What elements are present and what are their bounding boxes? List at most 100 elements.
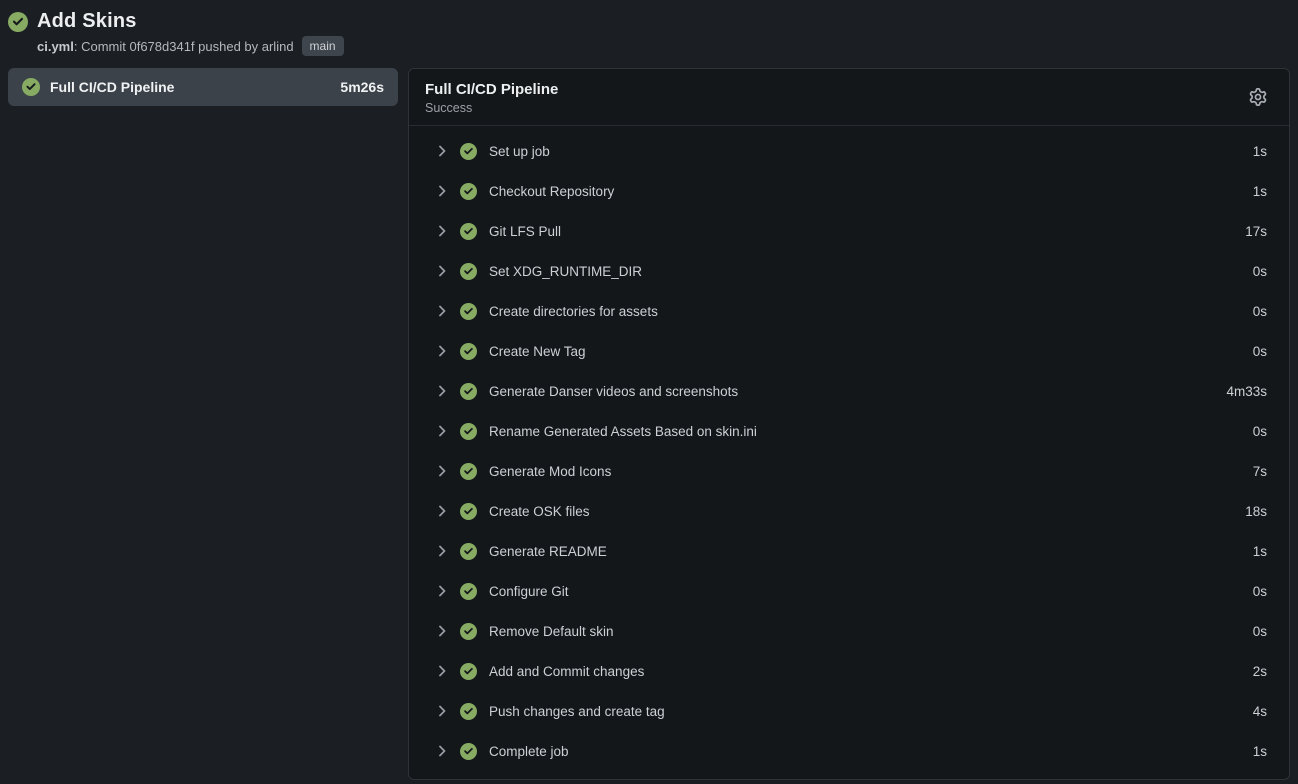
step-duration: 4m33s — [1226, 384, 1267, 399]
step-row-7[interactable]: Rename Generated Assets Based on skin.in… — [409, 411, 1289, 451]
step-name: Complete job — [489, 744, 1253, 759]
step-duration: 17s — [1245, 224, 1267, 239]
step-row-14[interactable]: Push changes and create tag 4s — [409, 691, 1289, 731]
branch-badge[interactable]: main — [302, 36, 344, 56]
step-name: Git LFS Pull — [489, 224, 1245, 239]
step-name: Rename Generated Assets Based on skin.in… — [489, 424, 1253, 439]
step-success-icon — [460, 143, 477, 160]
sidebar-job-full-cicd-pipeline[interactable]: Full CI/CD Pipeline 5m26s — [8, 68, 398, 106]
chevron-right-icon[interactable] — [434, 463, 450, 479]
step-row-12[interactable]: Remove Default skin 0s — [409, 611, 1289, 651]
run-success-icon — [8, 12, 28, 32]
job-status-text: Success — [425, 101, 1273, 115]
step-duration: 2s — [1253, 664, 1267, 679]
chevron-right-icon[interactable] — [434, 623, 450, 639]
run-commit-text: ci.yml: Commit 0f678d341f pushed by arli… — [37, 39, 294, 54]
chevron-right-icon[interactable] — [434, 183, 450, 199]
step-row-6[interactable]: Generate Danser videos and screenshots 4… — [409, 371, 1289, 411]
step-duration: 7s — [1253, 464, 1267, 479]
steps-list: Set up job 1s Checkout Repository 1s Git… — [409, 126, 1289, 779]
step-name: Generate Mod Icons — [489, 464, 1253, 479]
gear-icon[interactable] — [1249, 87, 1269, 107]
chevron-right-icon[interactable] — [434, 343, 450, 359]
workflow-file-name: ci.yml — [37, 39, 74, 54]
step-success-icon — [460, 223, 477, 240]
step-success-icon — [460, 503, 477, 520]
step-duration: 0s — [1253, 344, 1267, 359]
job-duration: 5m26s — [340, 79, 384, 95]
job-name: Full CI/CD Pipeline — [50, 79, 330, 95]
step-duration: 18s — [1245, 504, 1267, 519]
step-success-icon — [460, 463, 477, 480]
step-success-icon — [460, 743, 477, 760]
step-duration: 1s — [1253, 544, 1267, 559]
step-success-icon — [460, 263, 477, 280]
jobs-sidebar: Full CI/CD Pipeline 5m26s — [8, 68, 398, 106]
step-row-11[interactable]: Configure Git 0s — [409, 571, 1289, 611]
run-subtitle: ci.yml: Commit 0f678d341f pushed by arli… — [37, 36, 1290, 56]
chevron-right-icon[interactable] — [434, 143, 450, 159]
step-row-3[interactable]: Set XDG_RUNTIME_DIR 0s — [409, 251, 1289, 291]
step-row-10[interactable]: Generate README 1s — [409, 531, 1289, 571]
step-name: Configure Git — [489, 584, 1253, 599]
step-success-icon — [460, 543, 477, 560]
chevron-right-icon[interactable] — [434, 303, 450, 319]
run-title: Add Skins — [37, 10, 137, 33]
step-success-icon — [460, 383, 477, 400]
step-success-icon — [460, 623, 477, 640]
step-duration: 0s — [1253, 264, 1267, 279]
chevron-right-icon[interactable] — [434, 263, 450, 279]
step-name: Generate Danser videos and screenshots — [489, 384, 1226, 399]
job-panel-header: Full CI/CD Pipeline Success — [409, 69, 1289, 126]
chevron-right-icon[interactable] — [434, 383, 450, 399]
step-success-icon — [460, 663, 477, 680]
step-name: Create OSK files — [489, 504, 1245, 519]
job-success-icon — [22, 78, 40, 96]
step-row-0[interactable]: Set up job 1s — [409, 131, 1289, 171]
step-duration: 1s — [1253, 144, 1267, 159]
step-duration: 4s — [1253, 704, 1267, 719]
chevron-right-icon[interactable] — [434, 743, 450, 759]
step-success-icon — [460, 703, 477, 720]
step-success-icon — [460, 343, 477, 360]
step-row-8[interactable]: Generate Mod Icons 7s — [409, 451, 1289, 491]
step-row-1[interactable]: Checkout Repository 1s — [409, 171, 1289, 211]
step-duration: 1s — [1253, 184, 1267, 199]
step-row-5[interactable]: Create New Tag 0s — [409, 331, 1289, 371]
step-success-icon — [460, 303, 477, 320]
chevron-right-icon[interactable] — [434, 543, 450, 559]
step-name: Push changes and create tag — [489, 704, 1253, 719]
step-duration: 1s — [1253, 744, 1267, 759]
chevron-right-icon[interactable] — [434, 423, 450, 439]
step-duration: 0s — [1253, 424, 1267, 439]
step-name: Remove Default skin — [489, 624, 1253, 639]
run-header: Add Skins ci.yml: Commit 0f678d341f push… — [8, 10, 1290, 56]
run-content: Full CI/CD Pipeline 5m26s Full CI/CD Pip… — [8, 68, 1290, 780]
commit-message: : Commit 0f678d341f pushed by arlind — [74, 39, 294, 54]
step-success-icon — [460, 423, 477, 440]
chevron-right-icon[interactable] — [434, 583, 450, 599]
step-name: Create New Tag — [489, 344, 1253, 359]
step-name: Checkout Repository — [489, 184, 1253, 199]
chevron-right-icon[interactable] — [434, 503, 450, 519]
step-name: Set XDG_RUNTIME_DIR — [489, 264, 1253, 279]
job-panel: Full CI/CD Pipeline Success Set up job 1… — [408, 68, 1290, 780]
step-duration: 0s — [1253, 584, 1267, 599]
step-success-icon — [460, 583, 477, 600]
chevron-right-icon[interactable] — [434, 663, 450, 679]
step-name: Create directories for assets — [489, 304, 1253, 319]
chevron-right-icon[interactable] — [434, 223, 450, 239]
step-row-9[interactable]: Create OSK files 18s — [409, 491, 1289, 531]
step-success-icon — [460, 183, 477, 200]
step-row-13[interactable]: Add and Commit changes 2s — [409, 651, 1289, 691]
chevron-right-icon[interactable] — [434, 703, 450, 719]
step-row-4[interactable]: Create directories for assets 0s — [409, 291, 1289, 331]
step-row-2[interactable]: Git LFS Pull 17s — [409, 211, 1289, 251]
step-name: Generate README — [489, 544, 1253, 559]
step-name: Add and Commit changes — [489, 664, 1253, 679]
step-row-15[interactable]: Complete job 1s — [409, 731, 1289, 771]
job-panel-title: Full CI/CD Pipeline — [425, 81, 1273, 98]
step-duration: 0s — [1253, 624, 1267, 639]
step-duration: 0s — [1253, 304, 1267, 319]
step-name: Set up job — [489, 144, 1253, 159]
